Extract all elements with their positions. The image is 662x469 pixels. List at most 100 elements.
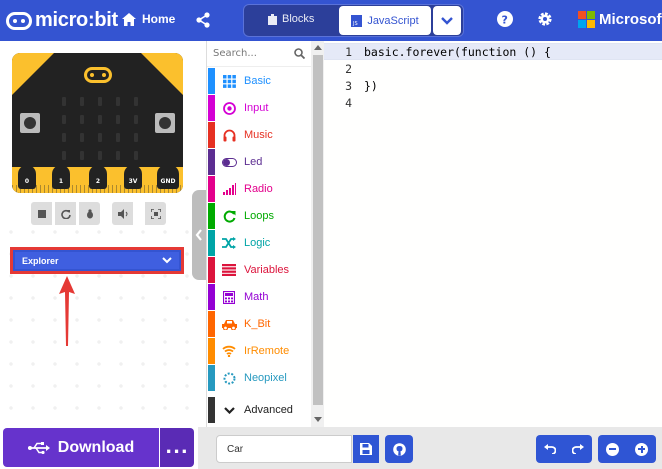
category-music[interactable]: Music [208, 122, 311, 148]
toggle-icon [221, 154, 237, 170]
pin-1[interactable]: 1 [52, 165, 70, 189]
code-editor[interactable]: 1 basic.forever(function () { 2 3 }) 4 [324, 41, 662, 427]
category-input[interactable]: Input [208, 95, 311, 121]
stop-button[interactable] [31, 202, 52, 225]
line-number: 4 [345, 95, 352, 110]
more-options-button[interactable]: ... [160, 428, 194, 467]
code-line[interactable]: 1 basic.forever(function () { [324, 43, 662, 60]
category-irremote[interactable]: IrRemote [208, 338, 311, 364]
home-label: Home [142, 12, 176, 26]
editor-dropdown-button[interactable] [433, 6, 461, 35]
mute-button[interactable] [112, 202, 133, 225]
category-label: Math [244, 291, 269, 303]
grid-icon [221, 73, 237, 89]
category-math[interactable]: Math [208, 284, 311, 310]
explorer-label: Explorer [22, 255, 59, 266]
scroll-down-arrow[interactable] [314, 417, 322, 422]
code-line[interactable]: 2 [324, 60, 662, 77]
save-button[interactable] [353, 435, 379, 463]
category-label: Radio [244, 183, 273, 195]
category-neopixel[interactable]: Neopixel [208, 365, 311, 391]
calculator-icon [221, 289, 237, 305]
line-number: 2 [345, 61, 352, 76]
explorer-dropdown[interactable]: Explorer [10, 247, 184, 274]
zoom-group [598, 435, 656, 463]
category-label: Variables [244, 264, 290, 276]
share-icon[interactable] [195, 12, 211, 31]
category-basic[interactable]: Basic [208, 68, 311, 94]
scroll-up-arrow[interactable] [314, 45, 322, 50]
code-line[interactable]: 4 [324, 94, 662, 111]
microsoft-logo[interactable]: Microsoft [578, 11, 662, 28]
javascript-tab[interactable]: JS JavaScript [339, 6, 431, 35]
code-text: () { [516, 44, 551, 59]
search-input[interactable]: Search... [213, 48, 257, 59]
restart-button[interactable] [55, 202, 76, 225]
ring-icon [221, 370, 237, 386]
category-loops[interactable]: Loops [208, 203, 311, 229]
toolbox: Search... Basic Input Music Led Radio Lo… [206, 41, 325, 427]
category-label: Led [244, 156, 263, 168]
debug-button[interactable] [79, 202, 100, 225]
category-radio[interactable]: Radio [208, 176, 311, 202]
usb-icon [27, 441, 50, 454]
scrollbar-thumb[interactable] [313, 55, 323, 405]
save-icon [360, 443, 372, 455]
undo-redo-group [536, 435, 592, 463]
fullscreen-button[interactable] [145, 202, 166, 225]
category-led[interactable]: Led [208, 149, 311, 175]
toolbox-scrollbar[interactable] [311, 41, 325, 427]
category-label: Logic [244, 237, 271, 249]
fullscreen-icon [150, 208, 161, 219]
edge-connector: 0 1 2 3V GND [12, 165, 183, 193]
blocks-tab[interactable]: Blocks [268, 13, 314, 25]
shuffle-icon [221, 235, 237, 251]
redo-icon[interactable] [572, 444, 584, 454]
js-file-icon: JS [351, 14, 363, 27]
button-a[interactable] [20, 113, 40, 133]
annotation-arrow [59, 276, 75, 346]
code-text: basic.forever( [364, 44, 461, 59]
category-k-bit[interactable]: K_Bit [208, 311, 311, 337]
microsoft-icon [578, 11, 595, 28]
toolbox-search[interactable]: Search... [207, 41, 311, 67]
undo-icon[interactable] [544, 444, 556, 454]
github-icon [392, 442, 406, 456]
help-icon[interactable]: ? [497, 11, 513, 30]
simulator-collapse-handle[interactable] [192, 190, 206, 280]
home-button[interactable]: Home [122, 12, 175, 26]
download-button[interactable]: Download [3, 428, 159, 467]
restart-icon [60, 209, 71, 219]
line-number: 3 [345, 78, 352, 93]
category-label: Loops [244, 210, 274, 222]
debug-icon [86, 208, 93, 218]
gear-icon[interactable] [537, 11, 553, 30]
category-logic[interactable]: Logic [208, 230, 311, 256]
line-number: 1 [345, 44, 352, 59]
board-logo [84, 67, 112, 83]
project-name-input[interactable]: Car [216, 435, 352, 463]
code-keyword: function [460, 44, 517, 59]
pin-0[interactable]: 0 [18, 165, 36, 189]
chevron-down-icon [221, 402, 237, 418]
zoom-out-icon[interactable] [606, 442, 619, 456]
loop-icon [221, 208, 237, 224]
code-line[interactable]: 3 }) [324, 77, 662, 94]
pin-2[interactable]: 2 [89, 165, 107, 189]
bottom-bar: Download ... Car [0, 427, 662, 469]
button-b[interactable] [155, 113, 175, 133]
category-advanced[interactable]: Advanced [208, 397, 311, 423]
category-variables[interactable]: Variables [208, 257, 311, 283]
microbit-logo[interactable]: micro:bit [6, 9, 118, 32]
puzzle-icon [268, 13, 277, 25]
zoom-in-icon[interactable] [635, 442, 648, 456]
stop-icon [37, 209, 46, 218]
category-label: Basic [244, 75, 271, 87]
target-icon [221, 100, 237, 116]
home-icon [122, 12, 136, 26]
github-button[interactable] [385, 435, 413, 463]
microbit-board[interactable]: 0 1 2 3V GND [12, 53, 183, 193]
logo-text: micro:bit [35, 9, 118, 31]
chevron-left-icon [195, 229, 202, 241]
download-label: Download [57, 438, 135, 456]
